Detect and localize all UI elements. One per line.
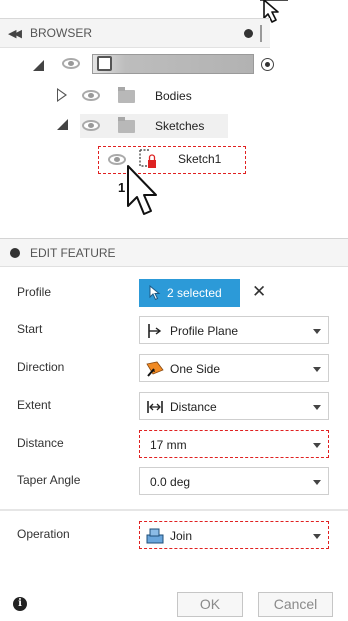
field-label-taper-angle: Taper Angle <box>17 473 81 487</box>
direction-value: One Side <box>170 362 221 376</box>
ok-button[interactable]: OK <box>177 592 243 617</box>
chevron-down-icon[interactable] <box>313 480 321 485</box>
collapse-icon[interactable]: ◀◀ <box>8 27 22 40</box>
taper-angle-value: 0.0 deg <box>150 475 191 489</box>
chevron-down-icon <box>313 534 321 539</box>
field-row-direction: Direction One Side <box>0 350 348 386</box>
section-divider <box>0 509 348 511</box>
join-icon <box>146 528 164 544</box>
direction-dropdown[interactable]: One Side <box>139 354 329 382</box>
tree-label-bodies: Bodies <box>155 89 192 103</box>
profile-select-button[interactable]: 2 selected <box>139 279 240 307</box>
field-label-direction: Direction <box>17 360 65 374</box>
cursor-icon <box>149 285 161 301</box>
browser-panel: ◀◀ BROWSER Bodies Sketches Sketch1 1 <box>0 0 348 215</box>
component-icon <box>97 56 112 71</box>
field-row-taper-angle: Taper Angle 0.0 deg <box>0 463 348 499</box>
browser-pin-icon[interactable] <box>244 29 253 38</box>
field-row-extent: Extent Distance <box>0 388 348 424</box>
expand-open-icon[interactable] <box>33 60 44 71</box>
field-row-start: Start Profile Plane <box>0 312 348 348</box>
extent-dropdown[interactable]: Distance <box>139 392 329 420</box>
field-row-profile: Profile 2 selected ✕ <box>0 275 348 311</box>
browser-title: BROWSER <box>30 26 93 40</box>
chevron-down-icon[interactable] <box>313 443 321 448</box>
cancel-button[interactable]: Cancel <box>258 592 333 617</box>
operation-value: Join <box>170 529 193 543</box>
activate-radio[interactable] <box>261 58 274 71</box>
profile-plane-icon <box>148 324 162 338</box>
eye-icon[interactable] <box>82 90 100 101</box>
chevron-down-icon <box>313 367 321 372</box>
profile-select-label: 2 selected <box>167 286 222 300</box>
panel-collapse-icon[interactable] <box>10 248 20 258</box>
extent-value: Distance <box>170 400 217 414</box>
expand-open-icon[interactable] <box>57 119 68 130</box>
operation-dropdown[interactable]: Join <box>139 521 329 549</box>
field-label-distance: Distance <box>17 436 64 450</box>
browser-resize-handle[interactable] <box>260 25 262 42</box>
one-side-icon <box>146 361 164 377</box>
info-icon[interactable]: i <box>13 597 27 611</box>
edit-feature-panel: EDIT FEATURE Profile 2 selected ✕ Start … <box>0 238 348 621</box>
field-label-start: Start <box>17 322 43 336</box>
eye-icon[interactable] <box>62 58 80 69</box>
field-label-extent: Extent <box>17 398 52 412</box>
panel-title: EDIT FEATURE <box>30 246 116 260</box>
folder-icon <box>118 87 135 103</box>
distance-input[interactable]: 17 mm <box>139 430 329 458</box>
field-row-distance: Distance 17 mm <box>0 426 348 462</box>
distance-icon <box>147 401 163 413</box>
panel-footer: i OK Cancel <box>0 588 348 621</box>
taper-angle-input[interactable]: 0.0 deg <box>139 467 329 495</box>
edit-feature-header: EDIT FEATURE <box>0 239 348 267</box>
folder-icon <box>118 117 135 133</box>
row-highlight <box>80 114 228 138</box>
browser-header[interactable]: ◀◀ BROWSER <box>0 18 270 48</box>
chevron-down-icon <box>313 329 321 334</box>
component-name-field[interactable] <box>92 54 254 74</box>
start-dropdown[interactable]: Profile Plane <box>139 316 329 344</box>
start-value: Profile Plane <box>170 324 239 338</box>
expand-closed-icon[interactable] <box>57 88 67 102</box>
chevron-down-icon <box>313 405 321 410</box>
distance-value: 17 mm <box>150 438 187 452</box>
cursor-icon <box>127 165 157 215</box>
tree-label-sketch1: Sketch1 <box>178 152 222 166</box>
field-label-profile: Profile <box>17 285 52 299</box>
eye-icon[interactable] <box>82 120 100 131</box>
field-row-operation: Operation Join <box>0 517 348 553</box>
close-icon[interactable]: ✕ <box>252 282 266 302</box>
field-label-operation: Operation <box>17 527 70 541</box>
tree-label-sketches: Sketches <box>155 119 205 133</box>
